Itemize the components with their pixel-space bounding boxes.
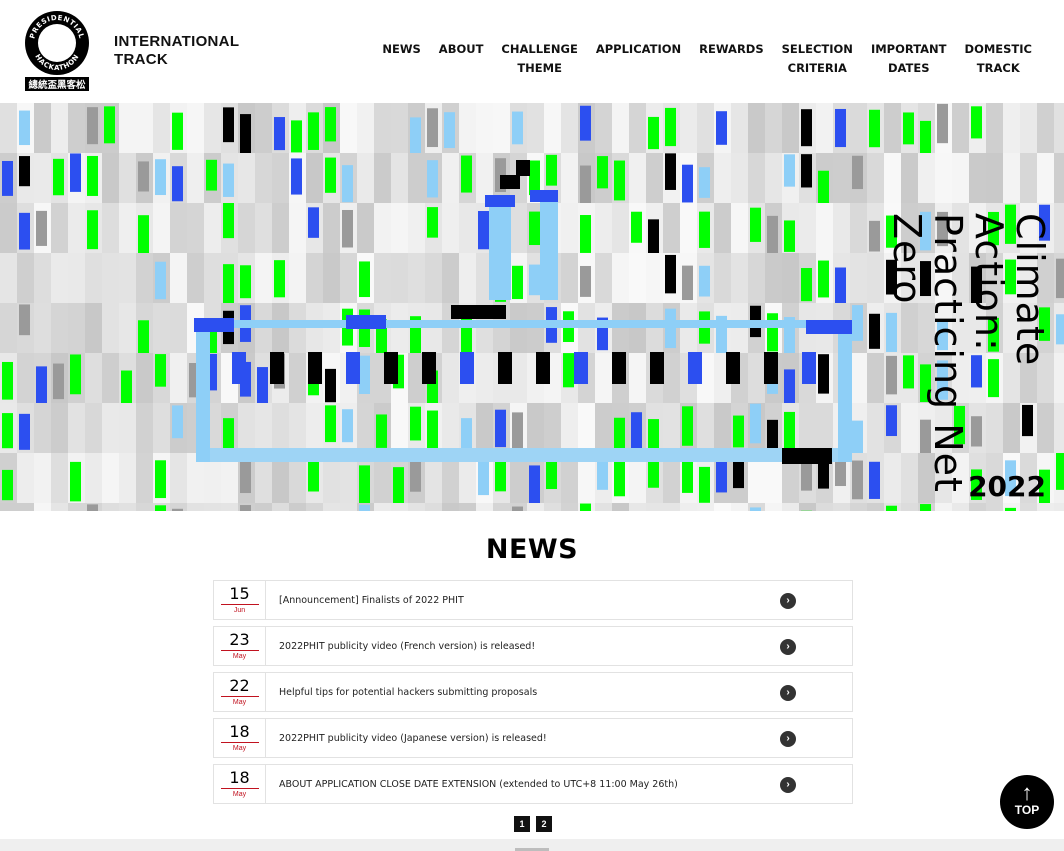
page-2-button[interactable]: 2	[536, 816, 552, 832]
arrow-up-icon: ↑	[1021, 780, 1033, 805]
site-header: PRESIDENTIAL HACKATHON 總統盃黑客松 INTERNATIO…	[0, 0, 1064, 103]
news-heading: NEWS	[485, 534, 579, 565]
chevron-right-circle-icon[interactable]: ›	[780, 731, 796, 747]
nav-application[interactable]: APPLICATION	[587, 40, 690, 78]
nav-selection-criteria[interactable]: SELECTION CRITERIA	[773, 40, 862, 78]
nav-about[interactable]: ABOUT	[430, 40, 493, 78]
nav-important-dates[interactable]: IMPORTANT DATES	[862, 40, 956, 78]
news-date: 18 May	[214, 765, 266, 803]
hero-title-line-2: Practicing Net Zero	[885, 213, 970, 493]
nav-domestic-track[interactable]: DOMESTIC TRACK	[956, 40, 1041, 78]
date-divider	[220, 696, 259, 697]
date-divider	[220, 650, 259, 651]
nav-challenge-theme[interactable]: CHALLENGE THEME	[492, 40, 586, 78]
news-item[interactable]: 18 May ABOUT APPLICATION CLOSE DATE EXTE…	[213, 764, 853, 804]
brand-line-2: TRACK	[114, 51, 168, 68]
news-month: May	[232, 791, 247, 798]
date-divider	[220, 604, 259, 605]
hero-title: Climate Action: Practicing Net Zero	[885, 213, 1052, 511]
news-date: 15 Jun	[214, 581, 266, 619]
news-item[interactable]: 15 Jun [Announcement] Finalists of 2022 …	[213, 580, 853, 620]
presidential-hackathon-logo[interactable]: PRESIDENTIAL HACKATHON 總統盃黑客松	[24, 10, 90, 92]
news-title[interactable]: [Announcement] Finalists of 2022 PHIT	[266, 595, 852, 606]
news-day: 18	[229, 768, 250, 787]
news-day: 22	[229, 676, 250, 695]
chevron-right-circle-icon[interactable]: ›	[780, 685, 796, 701]
news-day: 15	[229, 584, 250, 603]
news-month: May	[232, 653, 247, 660]
date-divider	[220, 788, 259, 789]
news-item[interactable]: 23 May 2022PHIT publicity video (French …	[213, 626, 853, 666]
page-1-button[interactable]: 1	[514, 816, 530, 832]
news-month: May	[232, 745, 247, 752]
site-brand[interactable]: INTERNATIONAL TRACK	[114, 33, 239, 69]
back-to-top-button[interactable]: ↑ TOP	[1000, 775, 1054, 829]
nav-rewards[interactable]: REWARDS	[690, 40, 772, 78]
chevron-right-circle-icon[interactable]: ›	[780, 593, 796, 609]
date-divider	[220, 742, 259, 743]
news-title[interactable]: 2022PHIT publicity video (Japanese versi…	[266, 733, 852, 744]
news-list: 15 Jun [Announcement] Finalists of 2022 …	[213, 580, 853, 810]
news-title[interactable]: Helpful tips for potential hackers submi…	[266, 687, 852, 698]
nav-news[interactable]: NEWS	[373, 40, 429, 78]
news-day: 18	[229, 722, 250, 741]
back-to-top-label: TOP	[1014, 803, 1040, 817]
news-day: 23	[229, 630, 250, 649]
logo-banner-text: 總統盃黑客松	[28, 79, 86, 91]
hero-banner: Climate Action: Practicing Net Zero 2022	[0, 103, 1064, 511]
hero-title-line-1: Climate Action:	[967, 213, 1052, 367]
pagination: 1 2	[514, 816, 552, 832]
main-nav: NEWS ABOUT CHALLENGE THEME APPLICATION R…	[373, 40, 1041, 78]
chevron-right-circle-icon[interactable]: ›	[780, 639, 796, 655]
brand-line-1: INTERNATIONAL	[114, 33, 240, 50]
news-month: Jun	[233, 607, 246, 614]
news-title[interactable]: 2022PHIT publicity video (French version…	[266, 641, 852, 652]
news-item[interactable]: 18 May 2022PHIT publicity video (Japanes…	[213, 718, 853, 758]
hero-year: 2022	[968, 470, 1046, 503]
chevron-right-circle-icon[interactable]: ›	[780, 777, 796, 793]
news-title[interactable]: ABOUT APPLICATION CLOSE DATE EXTENSION (…	[266, 779, 852, 790]
news-date: 22 May	[214, 673, 266, 711]
news-date: 23 May	[214, 627, 266, 665]
news-month: May	[232, 699, 247, 706]
news-date: 18 May	[214, 719, 266, 757]
news-item[interactable]: 22 May Helpful tips for potential hacker…	[213, 672, 853, 712]
